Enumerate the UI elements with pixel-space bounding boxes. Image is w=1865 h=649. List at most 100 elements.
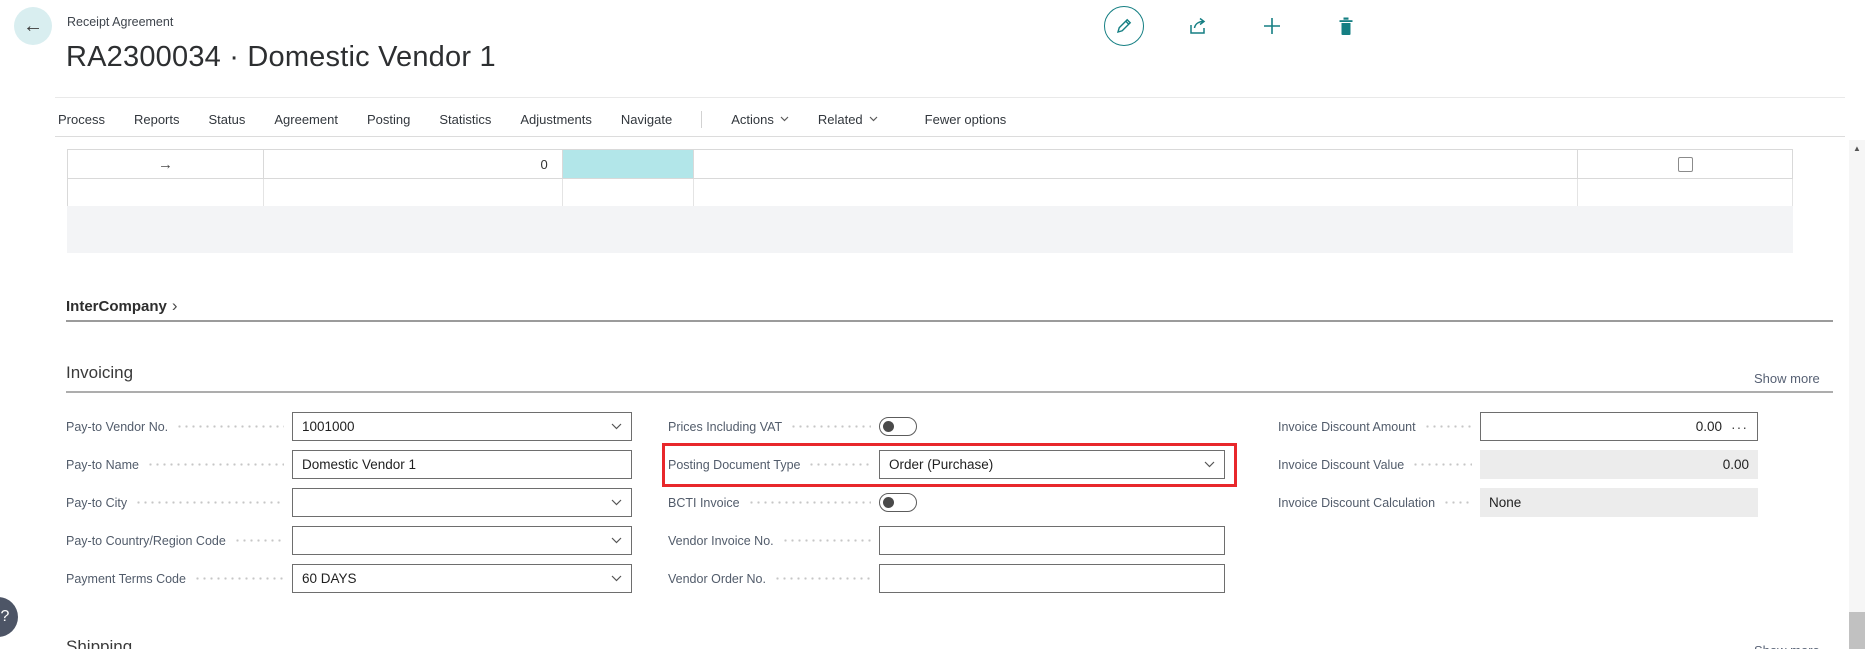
field-label: Pay-to Country/Region Code	[66, 534, 226, 548]
ribbon-item-navigate[interactable]: Navigate	[621, 112, 672, 127]
scroll-up-arrow-icon[interactable]: ▲	[1849, 144, 1865, 153]
share-button[interactable]	[1178, 6, 1218, 46]
dotted-leader	[790, 425, 871, 428]
ribbon-divider	[701, 111, 702, 128]
field-label: Invoice Discount Amount	[1278, 420, 1416, 434]
invoice-discount-amount-input[interactable]: 0.00 ···	[1480, 412, 1758, 441]
ribbon-menu-actions[interactable]: Actions	[731, 112, 789, 127]
grid-row-1: → 0	[68, 150, 1793, 179]
pay-to-name-input[interactable]: Domestic Vendor 1	[292, 450, 632, 479]
intercompany-title: InterCompany	[66, 298, 167, 315]
toggle-cell	[879, 493, 1225, 512]
grid-empty-cell[interactable]	[694, 179, 1578, 207]
field-label: Pay-to City	[66, 496, 127, 510]
dotted-leader	[135, 501, 284, 504]
vendor-order-no-input[interactable]	[879, 564, 1225, 593]
shipping-show-more-link[interactable]: Show more	[1754, 643, 1820, 649]
prices-including-vat-toggle[interactable]	[879, 417, 917, 436]
share-icon	[1187, 15, 1209, 37]
invoicing-column-1: Pay-to Vendor No. 1001000 Pay-to Name Do…	[66, 412, 632, 602]
field-value: Domestic Vendor 1	[302, 457, 416, 472]
field-label: BCTI Invoice	[668, 496, 740, 510]
shipping-section-header[interactable]: Shipping	[66, 637, 132, 649]
field-invoice-discount-amount: Invoice Discount Amount 0.00 ···	[1278, 412, 1758, 441]
posting-document-type-combobox[interactable]: Order (Purchase)	[879, 450, 1225, 479]
field-pay-to-name: Pay-to Name Domestic Vendor 1	[66, 450, 632, 479]
field-payment-terms-code: Payment Terms Code 60 DAYS	[66, 564, 632, 593]
pay-to-country-region-combobox[interactable]	[292, 526, 632, 555]
question-mark-icon: ?	[1, 608, 10, 626]
dotted-leader	[194, 577, 284, 580]
pay-to-vendor-no-combobox[interactable]: 1001000	[292, 412, 632, 441]
pay-to-city-combobox[interactable]	[292, 488, 632, 517]
dotted-leader	[748, 501, 871, 504]
assist-edit-ellipsis-icon[interactable]: ···	[1731, 419, 1748, 435]
ribbon-item-status[interactable]: Status	[209, 112, 246, 127]
field-vendor-order-no: Vendor Order No.	[668, 564, 1225, 593]
chevron-down-icon[interactable]	[611, 537, 622, 544]
lines-grid: → 0	[67, 149, 1793, 207]
fewer-options-link[interactable]: Fewer options	[925, 112, 1007, 127]
field-vendor-invoice-no: Vendor Invoice No.	[668, 526, 1225, 555]
grid-description-cell[interactable]	[694, 150, 1578, 179]
field-label: Payment Terms Code	[66, 572, 186, 586]
chevron-down-icon[interactable]	[611, 499, 622, 506]
chevron-down-icon[interactable]	[611, 423, 622, 430]
field-value: 60 DAYS	[302, 571, 357, 586]
header-divider	[55, 97, 1845, 98]
bcti-invoice-toggle[interactable]	[879, 493, 917, 512]
ribbon-item-posting[interactable]: Posting	[367, 112, 410, 127]
dotted-leader	[782, 539, 871, 542]
edit-button[interactable]	[1104, 6, 1144, 46]
invoice-discount-calculation-readonly: None	[1480, 488, 1758, 517]
new-button[interactable]	[1252, 6, 1292, 46]
plus-icon	[1261, 15, 1283, 37]
grid-empty-cell[interactable]	[1578, 179, 1793, 207]
invoicing-show-more-link[interactable]: Show more	[1754, 371, 1820, 386]
ribbon-menu-related[interactable]: Related	[818, 112, 878, 127]
help-bubble-button[interactable]: ?	[0, 597, 18, 637]
related-menu-label: Related	[818, 112, 863, 127]
grid-selected-cell[interactable]	[563, 150, 694, 179]
invoicing-section-header[interactable]: Invoicing	[66, 363, 133, 383]
page-action-bar	[1104, 6, 1366, 46]
chevron-down-icon[interactable]	[611, 575, 622, 582]
field-value: Order (Purchase)	[889, 457, 993, 472]
grid-footer-area	[67, 206, 1793, 253]
ribbon-item-statistics[interactable]: Statistics	[439, 112, 491, 127]
invoicing-column-2: Prices Including VAT Posting Document Ty…	[668, 412, 1225, 602]
delete-button[interactable]	[1326, 6, 1366, 46]
field-value: None	[1489, 495, 1521, 510]
chevron-right-icon: ›	[172, 296, 178, 316]
intercompany-section-header[interactable]: InterCompany ›	[66, 296, 178, 316]
chevron-down-icon	[780, 116, 789, 122]
grid-empty-cell[interactable]	[264, 179, 563, 207]
ribbon-item-process[interactable]: Process	[58, 112, 105, 127]
back-button[interactable]: ←	[14, 7, 52, 45]
field-label: Invoice Discount Calculation	[1278, 496, 1435, 510]
field-invoice-discount-calculation: Invoice Discount Calculation None	[1278, 488, 1758, 517]
ribbon-item-adjustments[interactable]: Adjustments	[520, 112, 592, 127]
vendor-invoice-no-input[interactable]	[879, 526, 1225, 555]
ribbon-item-agreement[interactable]: Agreement	[274, 112, 338, 127]
grid-checkbox[interactable]	[1678, 157, 1693, 172]
dotted-leader	[234, 539, 284, 542]
grid-empty-cell[interactable]	[68, 179, 264, 207]
chevron-down-icon	[869, 116, 878, 122]
dotted-leader	[808, 463, 871, 466]
dotted-leader	[176, 425, 284, 428]
toggle-cell	[879, 417, 1225, 436]
section-divider	[66, 391, 1833, 393]
actions-menu-label: Actions	[731, 112, 774, 127]
vertical-scrollbar[interactable]: ▲	[1849, 140, 1865, 649]
ribbon-item-reports[interactable]: Reports	[134, 112, 180, 127]
chevron-down-icon[interactable]	[1204, 461, 1215, 468]
dotted-leader	[1412, 463, 1472, 466]
grid-row-pointer-cell[interactable]: →	[68, 150, 264, 179]
payment-terms-combobox[interactable]: 60 DAYS	[292, 564, 632, 593]
scrollbar-thumb[interactable]	[1849, 612, 1865, 649]
pencil-icon	[1114, 16, 1134, 36]
grid-checkbox-cell	[1578, 150, 1793, 179]
grid-empty-cell[interactable]	[563, 179, 694, 207]
grid-qty-cell[interactable]: 0	[264, 150, 563, 179]
